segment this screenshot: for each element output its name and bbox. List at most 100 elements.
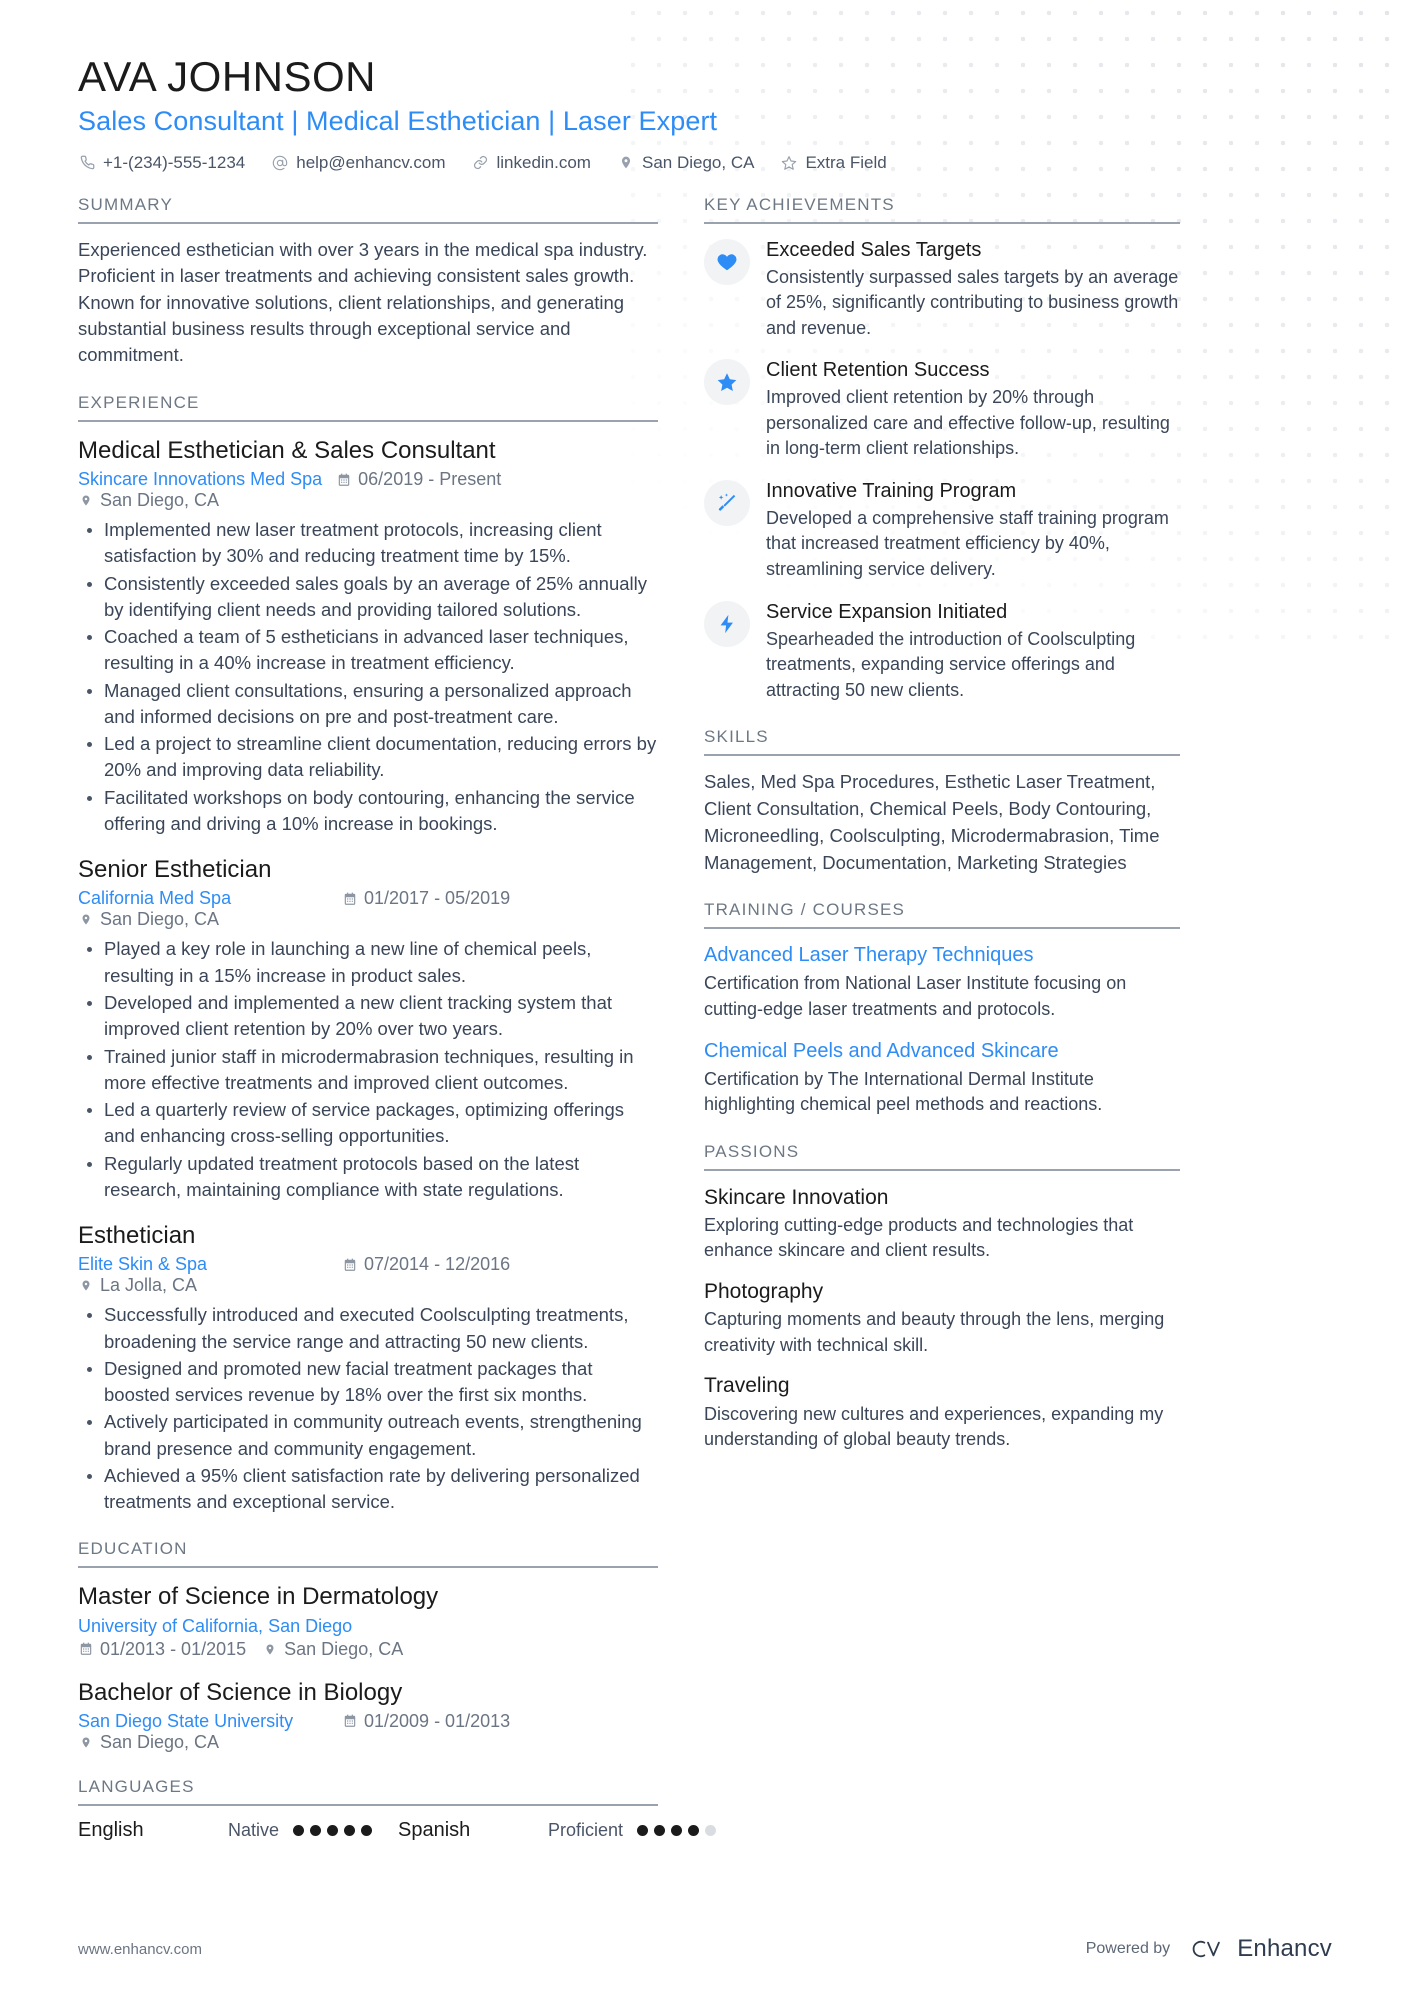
experience-role: Senior Esthetician (78, 856, 272, 884)
course-title[interactable]: Advanced Laser Therapy Techniques (704, 942, 1180, 968)
passion-item: Photography Capturing moments and beauty… (704, 1278, 1180, 1358)
contact-linkedin[interactable]: linkedin.com (471, 153, 591, 173)
calendar-icon (336, 472, 352, 488)
experience-entry: Senior Esthetician California Med Spa 01… (78, 854, 658, 1203)
calendar-icon (342, 1713, 358, 1729)
passion-title: Photography (704, 1280, 824, 1304)
experience-bullets: Played a key role in launching a new lin… (78, 936, 658, 1203)
experience-dates: 01/2017 - 05/2019 (342, 888, 510, 909)
language-item-english: English Native (78, 1819, 398, 1842)
education-entry: Master of Science in Dermatology Univers… (78, 1581, 658, 1659)
rating-dot (310, 1824, 322, 1836)
contact-row: +1-(234)-555-1234 help@enhancv.com linke… (78, 153, 1332, 173)
email-icon (271, 154, 289, 172)
experience-location: San Diego, CA (78, 490, 219, 511)
achievement-description: Developed a comprehensive staff training… (766, 507, 1169, 580)
list-item: Achieved a 95% client satisfaction rate … (78, 1463, 658, 1516)
list-item: Coached a team of 5 estheticians in adva… (78, 624, 658, 677)
list-item: Actively participated in community outre… (78, 1409, 658, 1462)
passion-description: Exploring cutting-edge products and tech… (704, 1214, 1134, 1261)
list-item: Successfully introduced and executed Coo… (78, 1302, 658, 1355)
education-org-row: University of California, San Diego (78, 1616, 658, 1637)
language-name: English (78, 1818, 144, 1841)
language-level: Native (228, 1819, 280, 1840)
contact-phone[interactable]: +1-(234)-555-1234 (78, 153, 245, 173)
achievement-item: Service Expansion Initiated Spearheaded … (704, 599, 1180, 704)
education-location-text: San Diego, CA (100, 1731, 220, 1752)
achievement-description: Improved client retention by 20% through… (766, 387, 1170, 459)
language-rating-dots (293, 1824, 373, 1836)
bolt-icon (704, 600, 750, 647)
education-entry: Bachelor of Science in Biology San Diego… (78, 1677, 658, 1753)
rating-dot (327, 1824, 339, 1836)
list-item: Led a project to streamline client docum… (78, 731, 658, 784)
education-org[interactable]: San Diego State University (78, 1711, 328, 1732)
location-icon (617, 154, 635, 172)
education-org[interactable]: University of California, San Diego (78, 1616, 352, 1636)
summary-section-title: SUMMARY (78, 195, 658, 224)
experience-meta: California Med Spa 01/2017 - 05/2019 San… (78, 888, 658, 930)
contact-email[interactable]: help@enhancv.com (271, 153, 445, 173)
education-section-title: EDUCATION (78, 1539, 658, 1569)
contact-extra-field: Extra Field (780, 153, 887, 173)
achievements-section-title: KEY ACHIEVEMENTS (704, 195, 1180, 224)
passion-description: Discovering new cultures and experiences… (704, 1403, 1164, 1450)
calendar-icon (78, 1641, 94, 1657)
course-title[interactable]: Chemical Peels and Advanced Skincare (704, 1038, 1180, 1064)
list-item: Consistently exceeded sales goals by an … (78, 571, 658, 624)
list-item: Managed client consultations, ensuring a… (78, 678, 658, 731)
section-key-achievements: KEY ACHIEVEMENTS Exceeded Sales Targets … (704, 195, 1180, 704)
experience-location: San Diego, CA (78, 909, 219, 930)
experience-entry: Esthetician Elite Skin & Spa 07/2014 - 1… (78, 1220, 658, 1515)
enhancv-brand-name: Enhancv (1237, 1935, 1332, 1962)
experience-dates: 06/2019 - Present (336, 469, 501, 490)
education-location: San Diego, CA (262, 1639, 403, 1660)
list-item: Facilitated workshops on body contouring… (78, 785, 658, 838)
experience-dates-text: 07/2014 - 12/2016 (364, 1254, 511, 1275)
skills-section-title: SKILLS (704, 727, 1180, 757)
summary-text: Experienced esthetician with over 3 year… (78, 238, 648, 366)
experience-org[interactable]: Skincare Innovations Med Spa (78, 469, 322, 490)
experience-org[interactable]: California Med Spa (78, 888, 328, 909)
languages-row: English Native Spanish Proficient (78, 1819, 717, 1842)
passions-section-title: PASSIONS (704, 1142, 1180, 1171)
languages-section-title: LANGUAGES (78, 1777, 658, 1806)
footer-website[interactable]: www.enhancv.com (78, 1941, 202, 1958)
achievement-title: Exceeded Sales Targets (766, 238, 982, 261)
rating-dot (344, 1824, 356, 1836)
location-icon (78, 1734, 94, 1750)
powered-by-label: Powered by (1085, 1940, 1171, 1957)
experience-location-text: San Diego, CA (100, 909, 220, 930)
resume-page: AVA JOHNSON Sales Consultant | Medical E… (0, 0, 1410, 1866)
rating-dot (637, 1824, 649, 1836)
page-title: AVA JOHNSON (78, 53, 377, 100)
list-item: Developed and implemented a new client t… (78, 990, 658, 1043)
passion-item: Skincare Innovation Exploring cutting-ed… (704, 1184, 1180, 1264)
right-column: KEY ACHIEVEMENTS Exceeded Sales Targets … (704, 195, 1180, 1477)
list-item: Regularly updated treatment protocols ba… (78, 1151, 658, 1204)
experience-role: Medical Esthetician & Sales Consultant (78, 436, 496, 464)
section-summary: SUMMARY Experienced esthetician with ove… (78, 195, 658, 369)
course-item: Advanced Laser Therapy Techniques Certif… (704, 942, 1180, 1022)
passion-title: Traveling (704, 1374, 790, 1398)
contact-location: San Diego, CA (617, 153, 754, 173)
rating-dot (654, 1824, 666, 1836)
experience-location: La Jolla, CA (78, 1275, 197, 1296)
section-experience: EXPERIENCE Medical Esthetician & Sales C… (78, 393, 658, 1516)
skills-text: Sales, Med Spa Procedures, Esthetic Lase… (704, 771, 1160, 873)
language-rating-dots (637, 1824, 717, 1836)
experience-role: Esthetician (78, 1222, 196, 1250)
page-footer: www.enhancv.com Powered by Enhancv (0, 1903, 1410, 1995)
achievement-description: Consistently surpassed sales targets by … (766, 266, 1179, 338)
experience-dates: 07/2014 - 12/2016 (342, 1254, 510, 1275)
rating-dot-empty (705, 1824, 717, 1836)
language-level: Proficient (548, 1819, 624, 1840)
professional-headline: Sales Consultant | Medical Esthetician |… (78, 105, 718, 136)
enhancv-logo-icon (1188, 1936, 1228, 1962)
education-meta: San Diego State University 01/2009 - 01/… (78, 1711, 658, 1753)
star-filled-icon (704, 359, 750, 406)
achievement-item: Client Retention Success Improved client… (704, 357, 1180, 462)
achievement-title: Service Expansion Initiated (766, 600, 1008, 623)
achievement-item: Exceeded Sales Targets Consistently surp… (704, 237, 1180, 342)
experience-org[interactable]: Elite Skin & Spa (78, 1254, 328, 1275)
